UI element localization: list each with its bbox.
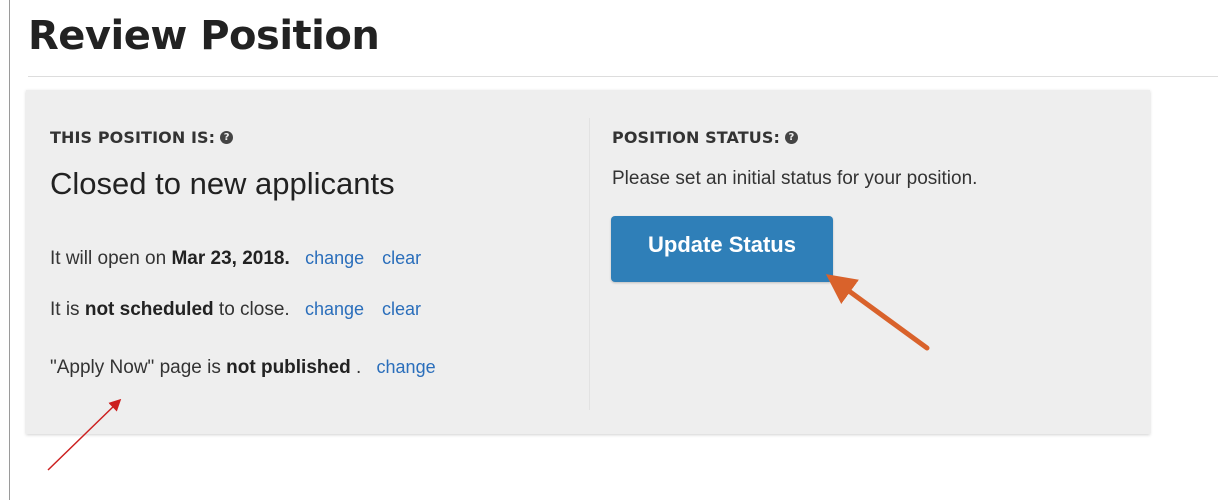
position-status-hint: Please set an initial status for your po…: [612, 168, 978, 189]
close-date-prefix: It is: [50, 299, 85, 320]
question-circle-icon[interactable]: ?: [785, 131, 798, 144]
open-date-change-link[interactable]: change: [305, 248, 364, 268]
apply-page-emphasis: not published: [226, 357, 351, 378]
apply-page-prefix: "Apply Now" page is: [50, 357, 227, 378]
page-title: Review Position: [28, 13, 380, 59]
position-status-heading: POSITION STATUS: ?: [612, 128, 798, 147]
update-status-button[interactable]: Update Status: [611, 216, 833, 282]
question-circle-icon[interactable]: ?: [220, 131, 234, 144]
column-divider: [589, 118, 590, 410]
availability-heading: THIS POSITION IS: ?: [50, 128, 234, 147]
availability-status: Closed to new applicants: [50, 166, 395, 201]
apply-page-suffix: .: [350, 357, 362, 378]
open-date-clear-link[interactable]: clear: [382, 248, 421, 268]
close-date-emphasis: not scheduled: [84, 299, 214, 320]
availability-heading-label: THIS POSITION IS:: [50, 128, 216, 147]
left-border-line: [9, 0, 10, 500]
review-position-page: Review Position THIS POSITION IS: ? Clos…: [0, 0, 1218, 500]
position-summary-panel: THIS POSITION IS: ? Closed to new applic…: [26, 90, 1150, 434]
close-date-line: It is not scheduled to close. change clea…: [50, 299, 421, 321]
open-date-line: It will open on Mar 23, 2018. change clea…: [50, 248, 421, 270]
close-date-suffix: to close.: [213, 299, 290, 320]
open-date-value: Mar 23, 2018.: [171, 248, 290, 269]
open-date-prefix: It will open on: [50, 248, 172, 269]
apply-page-line: "Apply Now" page is not published . chan…: [50, 357, 436, 379]
close-date-change-link[interactable]: change: [305, 299, 364, 319]
apply-page-change-link[interactable]: change: [377, 357, 436, 377]
position-status-heading-label: POSITION STATUS:: [612, 128, 780, 147]
title-divider: [28, 76, 1218, 77]
close-date-clear-link[interactable]: clear: [382, 299, 421, 319]
